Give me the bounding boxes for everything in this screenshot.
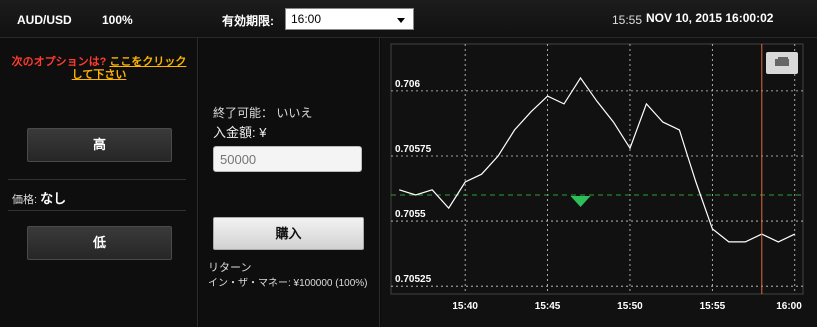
low-button[interactable]: 低 <box>27 226 172 260</box>
chart-type-icon[interactable] <box>766 52 798 74</box>
expiry-select[interactable]: 16:00 <box>285 8 414 30</box>
current-time: 15:55 <box>612 13 643 27</box>
x-axis-ticks: 15:40 15:45 15:50 15:55 16:00 <box>452 301 802 312</box>
x-tick-label: 15:55 <box>700 301 726 312</box>
chevron-down-icon <box>397 18 405 23</box>
price-display: 価格: なし <box>12 188 66 207</box>
x-tick-label: 15:50 <box>617 301 643 312</box>
divider <box>8 210 186 211</box>
price-label: 価格: <box>12 194 38 206</box>
buy-button[interactable]: 購入 <box>213 217 364 250</box>
x-tick-label: 15:40 <box>452 301 478 312</box>
amount-input[interactable] <box>213 146 362 172</box>
currency-pair: AUD/USD <box>17 13 72 27</box>
can-close-status: 終了可能： いいえ <box>213 106 313 120</box>
x-tick-label: 15:45 <box>535 301 561 312</box>
in-the-money-payout: イン・ザ・マネー: ¥100000 (100%) <box>208 278 368 289</box>
y-tick-label: 0.7055 <box>395 209 426 220</box>
plot-area <box>390 43 804 295</box>
expiry-label: 有効期限: <box>222 14 274 28</box>
y-tick-label: 0.70525 <box>395 274 432 285</box>
payout-percent: 100% <box>102 13 133 27</box>
amount-label: 入金額: ¥ <box>213 125 267 140</box>
y-tick-label: 0.70575 <box>395 144 432 155</box>
chart-svg: 0.706 0.70575 0.7055 0.70525 15:40 15:45 15:5… <box>390 43 804 312</box>
high-button[interactable]: 高 <box>27 128 172 162</box>
direction-panel: 次のオプションは? ここをクリックして下さい 高 価格: なし 低 <box>0 38 198 327</box>
divider <box>8 179 186 180</box>
x-tick-label: 16:00 <box>776 301 802 312</box>
price-chart: 0.706 0.70575 0.7055 0.70525 15:40 15:45 15:5… <box>381 38 817 327</box>
top-bar: AUD/USD 100% 有効期限: 16:00 15:55 NOV 10, 2… <box>0 0 817 38</box>
expiry-selected-value: 16:00 <box>291 12 322 26</box>
y-tick-label: 0.706 <box>395 79 420 90</box>
order-panel: 終了可能： いいえ 入金額: ¥ 購入 リターン イン・ザ・マネー: ¥1000… <box>199 38 380 327</box>
next-option-notice: 次のオプションは? ここをクリックして下さい <box>8 56 190 82</box>
price-value: なし <box>40 191 67 206</box>
next-option-question: 次のオプションは? <box>11 56 107 68</box>
return-label: リターン <box>208 262 252 274</box>
server-datetime: NOV 10, 2015 16:00:02 <box>646 11 774 25</box>
